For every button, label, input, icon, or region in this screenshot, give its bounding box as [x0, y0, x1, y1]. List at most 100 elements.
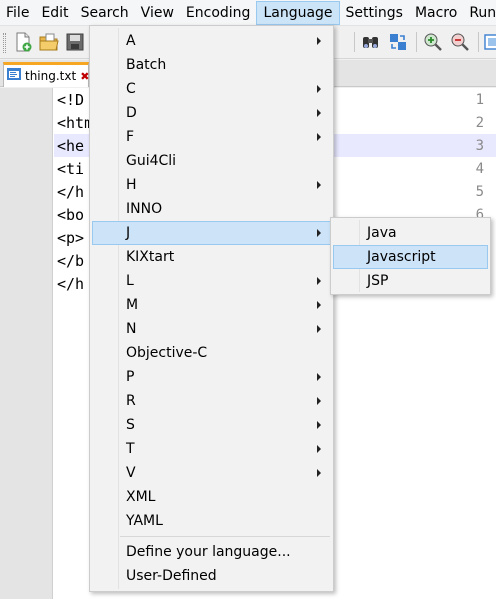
line-number: 2: [475, 115, 484, 131]
language-menu-item-xml[interactable]: XML: [92, 485, 331, 509]
zoom-in-icon[interactable]: [422, 31, 444, 53]
menu-item-label: S: [126, 417, 135, 433]
language-menu-item-l[interactable]: L: [92, 269, 331, 293]
language-menu-item-s[interactable]: S: [92, 413, 331, 437]
submenu-arrow-icon: [317, 133, 321, 141]
submenu-arrow-icon: [317, 229, 321, 237]
language-menu-item-t[interactable]: T: [92, 437, 331, 461]
line-number: 3: [475, 138, 484, 154]
toolbar-separator: [354, 32, 355, 52]
submenu-arrow-icon: [317, 301, 321, 309]
define-your-language-item[interactable]: Define your language...: [92, 540, 331, 564]
submenu-arrow-icon: [317, 421, 321, 429]
menu-item-label: Objective-C: [126, 345, 208, 361]
menu-search[interactable]: Search: [75, 1, 135, 25]
menu-item-label: P: [126, 369, 135, 385]
menu-language[interactable]: Language: [256, 0, 340, 25]
language-menu-item-d[interactable]: D: [92, 101, 331, 125]
open-file-icon[interactable]: [38, 31, 60, 53]
menu-item-label: N: [126, 321, 137, 337]
language-menu-item-inno[interactable]: INNO: [92, 197, 331, 221]
language-menu-item-kixtart[interactable]: KIXtart: [92, 245, 331, 269]
language-menu-item-f[interactable]: F: [92, 125, 331, 149]
code-line: </h: [57, 183, 85, 201]
menu-item-label: J: [126, 225, 131, 241]
menu-item-label: KIXtart: [126, 249, 175, 265]
code-line: <bo: [57, 206, 85, 224]
tab-label: thing.txt: [25, 69, 77, 83]
submenu-arrow-icon: [317, 277, 321, 285]
menu-item-label: Javascript: [367, 249, 436, 265]
sync-scroll-icon[interactable]: [483, 31, 496, 53]
language-menu-item-objective-c[interactable]: Objective-C: [92, 341, 331, 365]
user-defined-item[interactable]: User-Defined: [92, 564, 331, 588]
language-menu-item-j[interactable]: J: [92, 221, 331, 245]
zoom-out-icon[interactable]: [449, 31, 471, 53]
language-menu-item-yaml[interactable]: YAML: [92, 509, 331, 533]
menu-item-label: Gui4Cli: [126, 153, 177, 169]
language-menu-item-batch[interactable]: Batch: [92, 53, 331, 77]
document-icon: [6, 66, 22, 86]
menu-macro[interactable]: Macro: [409, 1, 463, 25]
code-line: <he: [57, 137, 85, 155]
submenu-item-java[interactable]: Java: [333, 221, 488, 245]
menu-item-label: XML: [126, 489, 156, 505]
language-menu-item-v[interactable]: V: [92, 461, 331, 485]
code-line: </b: [57, 252, 85, 270]
language-menu-item-r[interactable]: R: [92, 389, 331, 413]
line-number: 4: [475, 161, 484, 177]
j-submenu: Java Javascript JSP: [330, 217, 491, 295]
menu-item-label: L: [126, 273, 134, 289]
menu-edit[interactable]: Edit: [35, 1, 74, 25]
toolbar-separator: [478, 32, 479, 52]
line-number: 1: [475, 92, 484, 108]
menu-item-label: R: [126, 393, 136, 409]
menu-item-label: V: [126, 465, 136, 481]
line-number-gutter: [0, 88, 53, 599]
menu-settings[interactable]: Settings: [340, 1, 409, 25]
menu-item-label: YAML: [126, 513, 163, 529]
menu-item-label: F: [126, 129, 135, 145]
menu-view[interactable]: View: [135, 1, 180, 25]
submenu-item-javascript[interactable]: Javascript: [333, 245, 488, 269]
code-line: <!D: [57, 91, 85, 109]
language-menu-item-gui4cli[interactable]: Gui4Cli: [92, 149, 331, 173]
tab-thing-txt[interactable]: thing.txt ✖: [3, 62, 89, 87]
find-icon[interactable]: [360, 31, 382, 53]
submenu-item-jsp[interactable]: JSP: [333, 269, 488, 293]
language-menu-item-p[interactable]: P: [92, 365, 331, 389]
menu-item-label: INNO: [126, 201, 163, 217]
language-menu-item-h[interactable]: H: [92, 173, 331, 197]
language-menu-item-m[interactable]: M: [92, 293, 331, 317]
language-menu-item-c[interactable]: C: [92, 77, 331, 101]
code-line: <p>: [57, 229, 85, 247]
menu-run[interactable]: Run: [463, 1, 496, 25]
save-icon[interactable]: [64, 31, 86, 53]
submenu-arrow-icon: [317, 109, 321, 117]
submenu-arrow-icon: [317, 373, 321, 381]
menu-item-label: JSP: [367, 273, 389, 289]
menu-item-label: M: [126, 297, 139, 313]
submenu-arrow-icon: [317, 181, 321, 189]
menu-item-label: C: [126, 81, 136, 97]
submenu-arrow-icon: [317, 397, 321, 405]
menu-item-label: D: [126, 105, 137, 121]
menu-file[interactable]: File: [0, 1, 35, 25]
menu-encoding[interactable]: Encoding: [180, 1, 257, 25]
language-menu-item-a[interactable]: A: [92, 29, 331, 53]
submenu-arrow-icon: [317, 325, 321, 333]
menu-bar: File Edit Search View Encoding Language …: [0, 0, 496, 26]
menu-item-label: T: [126, 441, 135, 457]
line-number: 5: [475, 184, 484, 200]
language-menu-item-n[interactable]: N: [92, 317, 331, 341]
code-line: </h: [57, 275, 85, 293]
toolbar-grip: [3, 33, 6, 53]
new-file-icon[interactable]: [12, 31, 34, 53]
replace-icon[interactable]: [387, 31, 409, 53]
toolbar-separator: [416, 32, 417, 52]
menu-item-label: Define your language...: [126, 544, 291, 560]
menu-separator: [120, 536, 330, 537]
menu-item-label: User-Defined: [126, 568, 217, 584]
submenu-arrow-icon: [317, 469, 321, 477]
code-line: <htm: [57, 114, 94, 132]
